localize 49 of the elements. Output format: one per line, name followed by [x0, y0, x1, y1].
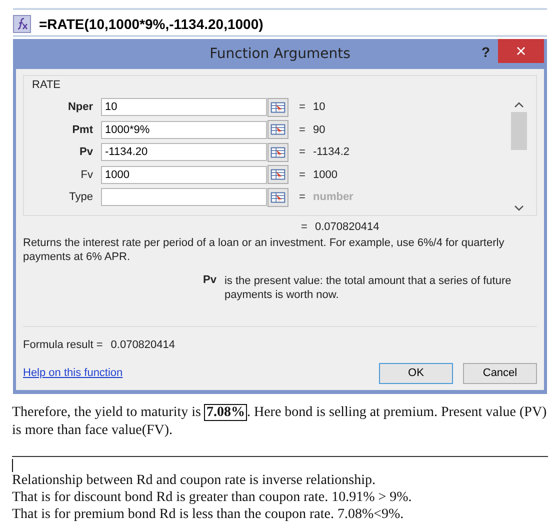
collapse-dialog-icon[interactable]: [267, 120, 289, 140]
argument-label: Pmt: [71, 124, 94, 136]
text-cursor: [12, 458, 13, 472]
function-icon[interactable]: [13, 15, 31, 33]
scroll-up-icon[interactable]: [514, 102, 524, 108]
help-button[interactable]: ?: [475, 43, 496, 61]
argument-result: 90: [313, 124, 326, 136]
equals-sign: =: [299, 101, 306, 114]
argument-description: is the present value: the total amount that a series of future payments is worth now.: [224, 274, 512, 302]
close-button[interactable]: ×: [498, 39, 544, 63]
group-label: RATE: [32, 79, 61, 91]
text-line: That is for premium bond Rd is less than the coupon rate. 7.08%<9%.: [12, 506, 405, 522]
equals-sign: =: [301, 220, 308, 232]
argument-field[interactable]: 1000: [101, 166, 267, 184]
equals-sign: =: [299, 191, 306, 204]
equals-sign: =: [299, 168, 306, 181]
argument-field[interactable]: [101, 188, 267, 206]
argument-result: 10: [313, 101, 326, 114]
argument-label: Pv: [78, 146, 94, 158]
equals-sign: =: [299, 124, 306, 136]
argument-name: Pv: [203, 274, 216, 288]
help-link[interactable]: Help on this function: [23, 367, 369, 379]
text-line: Relationship between Rd and coupon rate is inverse relationship.: [12, 472, 377, 488]
text-line: That is for discount bond Rd is greater than coupon rate. 10.91% > 9%.: [12, 488, 413, 506]
argument-label: Nper: [66, 101, 94, 114]
collapse-dialog-icon[interactable]: [267, 98, 289, 117]
collapse-dialog-icon[interactable]: [267, 165, 289, 184]
argument-result: 1000: [313, 168, 338, 181]
ok-button[interactable]: OK: [379, 362, 453, 384]
argument-label: Type: [68, 191, 94, 204]
conclusion-paragraph: Therefore, the yield to maturity is 7.08%. Here bond is selling at premium. Present value (PV) is more than face value(FV).: [12, 404, 548, 440]
argument-field[interactable]: 10: [101, 98, 267, 116]
collapse-dialog-icon[interactable]: [267, 188, 289, 207]
formula-result-value: 0.070820414: [110, 338, 176, 350]
cancel-button[interactable]: Cancel: [463, 362, 537, 384]
formula-text[interactable]: =RATE(10,1000*9%,-1134.20,1000): [39, 16, 264, 32]
argument-field[interactable]: -1134.20: [101, 143, 267, 162]
window-title: Function Arguments: [210, 46, 350, 62]
formula-result-label: Formula result =: [23, 338, 103, 350]
function-description: Returns the interest rate per period of a loan or an investment. For example, use 6%/4 for quarterly payments at 6% APR.: [23, 236, 506, 264]
scroll-down-icon[interactable]: [514, 204, 524, 210]
scroll-thumb[interactable]: [511, 112, 527, 150]
argument-field[interactable]: 1000*9%: [101, 120, 267, 139]
collapse-dialog-icon[interactable]: [267, 142, 289, 162]
equals-sign: =: [299, 146, 306, 158]
argument-result: number: [313, 191, 354, 204]
argument-result: -1134.2: [313, 146, 350, 158]
function-result: 0.070820414: [315, 220, 380, 232]
argument-label: Fv: [80, 168, 94, 181]
